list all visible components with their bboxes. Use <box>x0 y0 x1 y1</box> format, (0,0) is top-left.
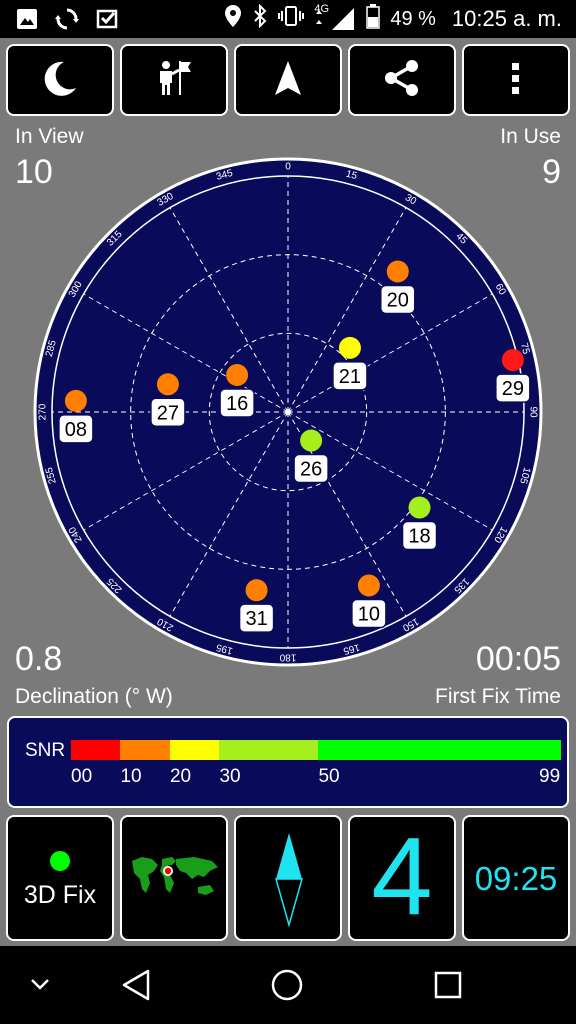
satellites-used-count: 4 <box>371 815 433 938</box>
share-button[interactable] <box>348 44 456 116</box>
snr-tick-label: 00 <box>71 766 93 787</box>
in-use-value: 9 <box>542 153 561 191</box>
first-fix-value: 00:05 <box>475 640 561 678</box>
satellite-dot <box>338 336 361 359</box>
satellite-dot <box>156 373 179 396</box>
satellite-prn: 31 <box>245 608 267 630</box>
azimuth-label: 180 <box>279 652 296 663</box>
navigation-bar <box>0 946 576 1024</box>
satellite-dot <box>501 349 524 372</box>
in-view-label: In View <box>15 125 84 148</box>
snr-tick-label: 50 <box>318 766 340 787</box>
snr-segment <box>120 740 170 760</box>
home-icon[interactable] <box>270 968 304 1007</box>
night-mode-button[interactable] <box>6 44 114 116</box>
declination-label: Declination (° W) <box>15 685 173 708</box>
navigation-button[interactable] <box>234 44 342 116</box>
chevron-down-icon[interactable] <box>28 972 52 1001</box>
satellite-prn: 21 <box>339 366 361 388</box>
satellite-prn: 10 <box>358 603 380 625</box>
snr-color-scale <box>71 740 561 760</box>
clock-value: 09:25 <box>474 860 558 897</box>
network-type: 4G <box>314 3 330 15</box>
status-bar: 4G 49 % 10:25 a. m. <box>0 0 576 38</box>
top-toolbar <box>6 44 570 116</box>
snr-segment <box>318 740 561 760</box>
clock-display[interactable]: 09:25 <box>462 815 570 941</box>
sync-icon <box>54 6 80 37</box>
fix-indicator-icon <box>50 851 70 871</box>
satellite-prn: 20 <box>387 289 409 311</box>
satellite-prn: 18 <box>408 526 430 548</box>
satellite-dot <box>226 364 249 387</box>
snr-segment <box>71 740 121 760</box>
image-icon <box>14 6 40 37</box>
satellite-prn: 08 <box>65 419 87 441</box>
battery-icon <box>366 3 381 35</box>
snr-tick-label: 20 <box>169 766 192 787</box>
first-fix-label: First Fix Time <box>435 685 561 708</box>
satellites-used-display[interactable]: 4 <box>348 815 456 941</box>
zenith-marker <box>285 409 291 415</box>
more-vertical-icon <box>496 58 536 103</box>
satellite-dot <box>300 429 323 452</box>
satellite-dot <box>408 496 431 519</box>
fix-label: 3D Fix <box>23 881 97 909</box>
bottom-toolbar: 3D Fix 4 09:25 <box>6 815 570 941</box>
location-share-button[interactable] <box>120 44 228 116</box>
satellite-prn: 27 <box>157 402 179 424</box>
snr-tick-label: 30 <box>219 766 241 787</box>
azimuth-label: 90 <box>528 406 539 418</box>
compass-button[interactable] <box>234 815 342 941</box>
satellite-prn: 16 <box>226 393 248 415</box>
satellite-dot <box>64 389 87 412</box>
share-icon <box>382 58 422 103</box>
satellite-prn: 26 <box>300 459 322 481</box>
azimuth-label: 0 <box>285 162 291 173</box>
inbox-check-icon <box>94 6 120 37</box>
snr-segment <box>219 740 319 760</box>
recents-icon[interactable] <box>433 970 463 1005</box>
satellite-dot <box>386 260 409 283</box>
snr-segment <box>169 740 220 760</box>
fix-status-button[interactable]: 3D Fix <box>6 815 114 941</box>
satellite-prn: 29 <box>502 378 524 400</box>
satellite-dot <box>357 574 380 597</box>
world-map-icon <box>128 853 222 906</box>
snr-tick-label: 10 <box>120 766 142 787</box>
back-icon[interactable] <box>120 968 152 1007</box>
battery-level: 49 % <box>390 7 436 30</box>
snr-tick-label: 99 <box>539 766 561 787</box>
moon-icon <box>40 58 80 103</box>
clock: 10:25 a. m. <box>451 6 562 31</box>
snr-label: SNR <box>25 740 66 761</box>
bluetooth-icon <box>252 3 268 34</box>
declination-value: 0.8 <box>15 640 63 678</box>
satellite-dot <box>245 579 268 602</box>
in-use-label: In Use <box>500 125 561 148</box>
signal-icon: 4G <box>314 3 356 32</box>
world-map-button[interactable] <box>120 815 228 941</box>
sky-plot: 0153045607590105120135150165180195210225… <box>33 157 543 667</box>
person-flag-icon <box>154 58 194 103</box>
vibrate-icon <box>278 4 305 34</box>
location-icon <box>224 4 242 34</box>
more-options-button[interactable] <box>462 44 570 116</box>
snr-legend: SNR 00 10 20 30 50 99 <box>7 716 569 808</box>
azimuth-label: 270 <box>38 403 49 420</box>
navigation-arrow-icon <box>268 58 308 103</box>
compass-needle-icon <box>274 831 304 932</box>
